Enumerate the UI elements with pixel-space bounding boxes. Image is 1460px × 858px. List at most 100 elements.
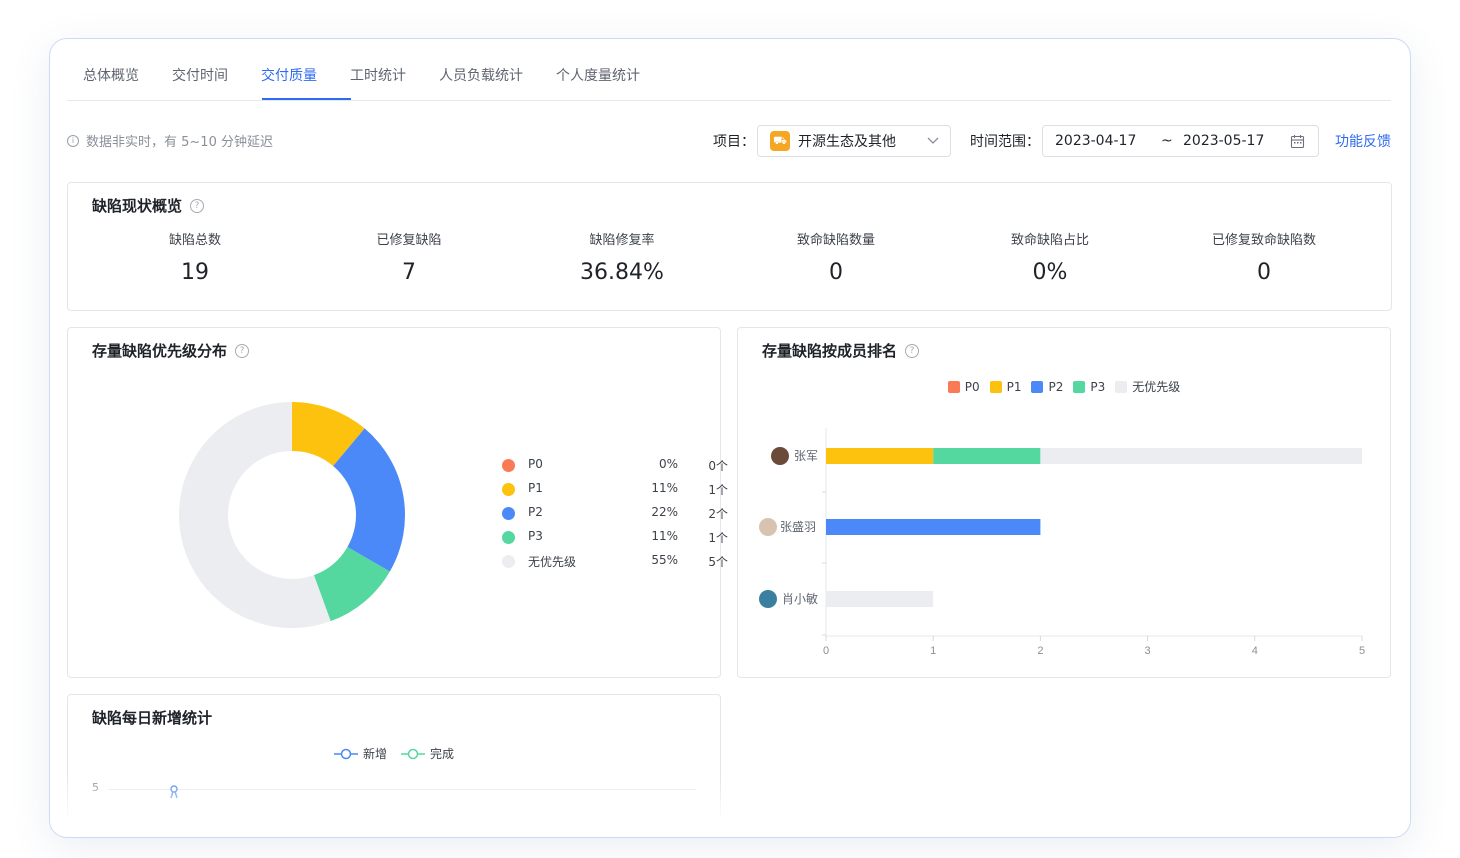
chevron-down-icon (927, 137, 939, 144)
help-icon[interactable]: ? (905, 343, 920, 358)
tab-staff-load[interactable]: 人员负载统计 (439, 61, 523, 101)
legend-dot (502, 483, 515, 496)
legend-item-done[interactable]: 完成 (401, 745, 454, 762)
legend-row[interactable]: 无优先级 55% 5个 (502, 552, 728, 572)
member-name-label: 肖小敏 (782, 591, 818, 606)
bar-segment-无优先级[interactable] (1040, 448, 1362, 464)
stat-fixed-defects: 已修复缺陷 7 (302, 229, 516, 285)
legend-dot (502, 555, 515, 568)
legend-item[interactable]: P2 (1031, 378, 1063, 395)
legend-count: 5个 (708, 555, 728, 569)
legend-swatch (1073, 380, 1086, 393)
date-range-picker[interactable]: 2023-04-17 ~ 2023-05-17 (1042, 125, 1319, 157)
app-window: 总体概览 交付时间 交付质量 工时统计 人员负载统计 个人度量统计 i 数据非实… (49, 38, 1411, 838)
legend-item[interactable]: P1 (989, 378, 1022, 395)
active-tab-indicator (262, 98, 351, 100)
legend-item[interactable]: P3 (1073, 378, 1105, 395)
legend-dot (502, 531, 515, 544)
legend-percent: 55% (651, 553, 678, 567)
tab-work-hours[interactable]: 工时统计 (350, 61, 406, 101)
defect-overview-title: 缺陷现状概览 ? (92, 195, 205, 216)
member-avatar (759, 518, 777, 536)
tab-personal-metrics[interactable]: 个人度量统计 (556, 61, 640, 101)
help-icon[interactable]: ? (235, 343, 250, 358)
delay-notice: i 数据非实时，有 5~10 分钟延迟 (67, 131, 273, 150)
legend-percent: 0% (658, 457, 678, 471)
stat-label: 缺陷总数 (168, 233, 221, 248)
project-label: 项目： (713, 134, 755, 150)
stat-total-defects: 缺陷总数 19 (88, 229, 302, 285)
member-chart-legend: P0 P1 P2 P3 无优先级 (738, 378, 1390, 395)
legend-dot (502, 507, 515, 520)
legend-percent: 11% (651, 481, 678, 495)
daily-card-title: 缺陷每日新增统计 (92, 707, 212, 728)
legend-label: 新增 (362, 747, 387, 761)
defect-overview-card: 缺陷现状概览 ? 缺陷总数 19 已修复缺陷 7 缺陷修复率 36.84% 致命… (67, 182, 1392, 311)
x-tick-label: 3 (1145, 645, 1151, 657)
stat-fatal-ratio: 致命缺陷占比 0% (943, 229, 1157, 285)
stat-value: 7 (402, 260, 416, 285)
stat-value: 0% (1032, 260, 1068, 285)
project-select[interactable]: ⛟ 开源生态及其他 (757, 125, 951, 157)
x-tick-label: 5 (1359, 645, 1365, 657)
legend-dot (502, 459, 515, 472)
legend-swatch (989, 380, 1002, 393)
stat-label: 致命缺陷占比 (1010, 233, 1089, 248)
legend-name: 无优先级 (528, 555, 577, 569)
priority-distribution-card: 存量缺陷优先级分布 ? P0 0% 0个 P1 11% 1个 P2 22% 2个… (67, 327, 728, 678)
line-series-marker (170, 785, 178, 799)
x-tick-label: 2 (1037, 645, 1043, 657)
member-name-label: 张军 (794, 449, 818, 463)
tab-overview[interactable]: 总体概览 (83, 61, 139, 101)
legend-name: P0 (528, 457, 543, 471)
tab-delivery-time[interactable]: 交付时间 (172, 61, 228, 101)
stat-label: 缺陷修复率 (589, 233, 655, 248)
legend-line-marker (333, 748, 358, 759)
legend-count: 0个 (708, 459, 728, 473)
bar-segment-P3[interactable] (933, 448, 1041, 464)
bar-segment-无优先级[interactable] (826, 591, 934, 607)
member-name-label: 张盛羽 (780, 519, 816, 534)
x-tick-label: 4 (1252, 645, 1258, 657)
bar-segment-P2[interactable] (826, 519, 1041, 535)
calendar-icon (1290, 135, 1305, 149)
legend-item[interactable]: 无优先级 (1115, 378, 1180, 395)
legend-row[interactable]: P2 22% 2个 (502, 504, 728, 524)
tab-delivery-quality[interactable]: 交付质量 (261, 61, 317, 101)
time-range-label: 时间范围： (970, 134, 1040, 150)
bar-segment-P1[interactable] (826, 448, 934, 464)
legend-label: P0 (964, 379, 980, 394)
legend-line-marker (401, 748, 425, 759)
stat-value: 19 (181, 260, 209, 285)
member-card-title-text: 存量缺陷按成员排名 (762, 342, 898, 360)
priority-card-title: 存量缺陷优先级分布 ? (92, 340, 250, 361)
legend-swatch (1031, 380, 1044, 393)
legend-item[interactable]: P0 (947, 378, 980, 395)
legend-label: P1 (1006, 379, 1022, 394)
y-tick-label: 5 (92, 781, 99, 794)
feedback-link[interactable]: 功能反馈 (1335, 131, 1391, 151)
legend-row[interactable]: P0 0% 0个 (502, 456, 728, 476)
defect-overview-title-text: 缺陷现状概览 (92, 197, 183, 215)
legend-percent: 22% (651, 505, 678, 519)
priority-donut-chart (178, 402, 405, 628)
grid-line (108, 789, 696, 790)
stat-fixed-fatal: 已修复致命缺陷数 0 (1157, 229, 1371, 285)
legend-row[interactable]: P1 11% 1个 (502, 480, 728, 500)
member-bar-chart: 0 1 2 3 4 5 张军张盛羽肖小敏 (759, 428, 1365, 657)
member-avatar (759, 590, 777, 608)
legend-count: 2个 (708, 507, 728, 521)
legend-count: 1个 (708, 483, 728, 497)
stat-label: 致命缺陷数量 (796, 233, 875, 248)
daily-defects-card: 缺陷每日新增统计 新增 完成 5 (67, 694, 721, 837)
stat-value: 0 (1257, 260, 1271, 285)
legend-label: 完成 (430, 747, 455, 761)
legend-item-new[interactable]: 新增 (333, 745, 387, 762)
help-icon[interactable]: ? (190, 198, 205, 213)
stat-label: 已修复致命缺陷数 (1211, 233, 1316, 248)
legend-row[interactable]: P3 11% 1个 (502, 528, 728, 548)
member-card-title: 存量缺陷按成员排名 ? (762, 340, 920, 361)
info-icon: i (67, 134, 79, 147)
legend-percent: 11% (651, 529, 678, 543)
legend-label: P2 (1048, 379, 1064, 394)
